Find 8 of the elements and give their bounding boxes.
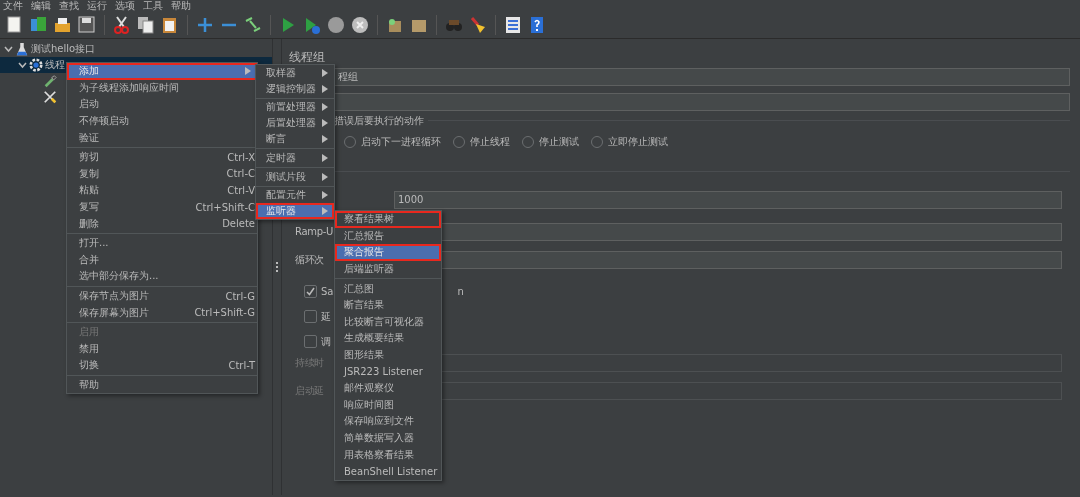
field-label: Ramp-U — [295, 226, 334, 238]
group-legend: 措误后要执行的动作 — [334, 114, 428, 128]
panel-title: 线程组 — [289, 49, 326, 65]
checkbox-label: 延 — [321, 309, 331, 324]
checkbox-label: Sa — [321, 286, 334, 297]
checkbox-label: n — [457, 286, 464, 297]
field-label: 循环次 — [295, 254, 325, 266]
checkbox-label: 调 — [321, 334, 331, 349]
